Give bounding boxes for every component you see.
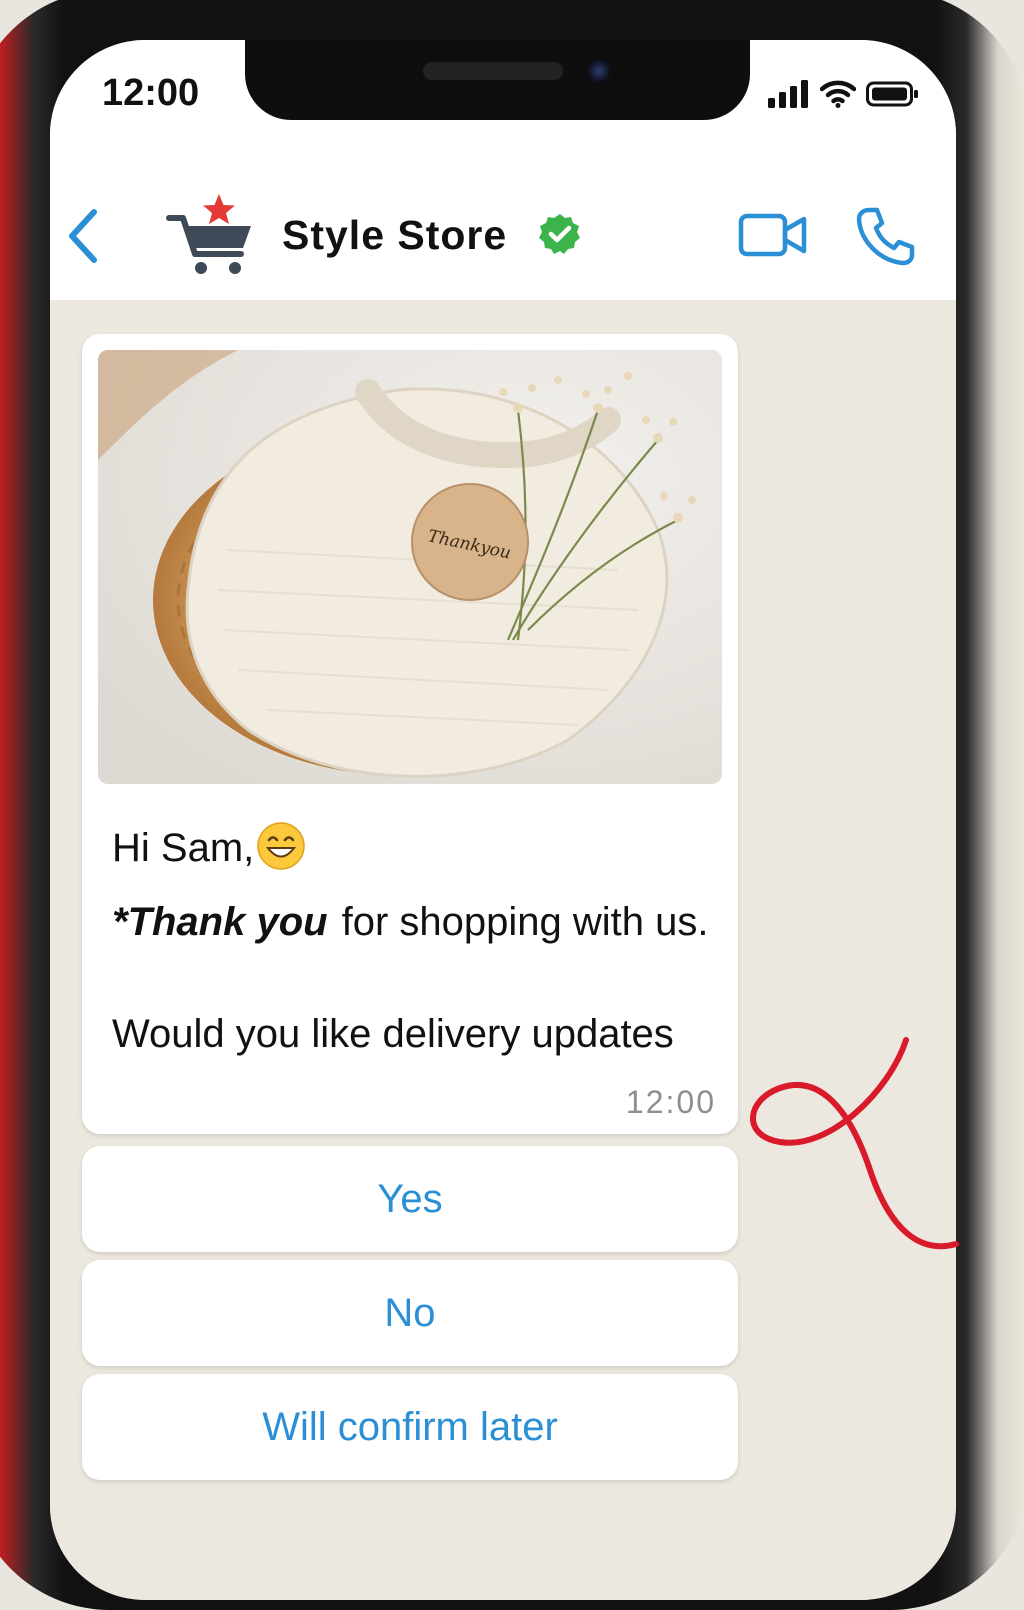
quick-reply-yes-button[interactable]: Yes xyxy=(82,1146,738,1252)
quick-reply-no-button[interactable]: No xyxy=(82,1260,738,1366)
greeting-text: Hi Sam, xyxy=(112,820,732,876)
speaker-grille xyxy=(423,62,563,80)
signal-icon xyxy=(768,80,808,108)
wifi-icon xyxy=(820,80,856,108)
grinning-face-emoji xyxy=(257,822,305,871)
notch xyxy=(245,40,750,120)
status-icons xyxy=(768,80,918,110)
chat-header: Style Store xyxy=(50,150,956,301)
phone-screen: 12:00 Style Store Thankyou Hi Sam, *Than… xyxy=(50,40,956,1600)
red-annotation-scribble xyxy=(750,1037,959,1250)
quick-reply-later-button[interactable]: Will confirm later xyxy=(82,1374,738,1480)
message-timestamp: 12:00 xyxy=(625,1084,716,1120)
product-image[interactable]: Thankyou xyxy=(98,350,722,784)
shopping-cart-star-icon xyxy=(166,194,251,274)
status-time: 12:00 xyxy=(102,72,200,114)
phone-call-icon[interactable] xyxy=(855,206,915,266)
chat-area: Thankyou Hi Sam, *Thank you for shopping … xyxy=(50,300,956,1600)
message-bubble: Thankyou Hi Sam, *Thank you for shopping … xyxy=(82,334,738,1134)
video-call-icon[interactable] xyxy=(738,210,808,260)
battery-icon xyxy=(866,81,918,107)
verified-check-icon xyxy=(539,214,580,254)
front-camera xyxy=(587,59,611,83)
store-name: Style Store xyxy=(282,212,508,258)
thanks-rest: for shopping with us. xyxy=(341,900,709,944)
thanks-emphasis: *Thank you xyxy=(112,900,328,944)
back-chevron-icon[interactable] xyxy=(64,206,104,266)
status-bar: 12:00 xyxy=(50,40,956,150)
question-text: Would you like delivery updates xyxy=(112,1012,674,1056)
thanks-text: *Thank you for shopping with us. xyxy=(112,894,732,950)
